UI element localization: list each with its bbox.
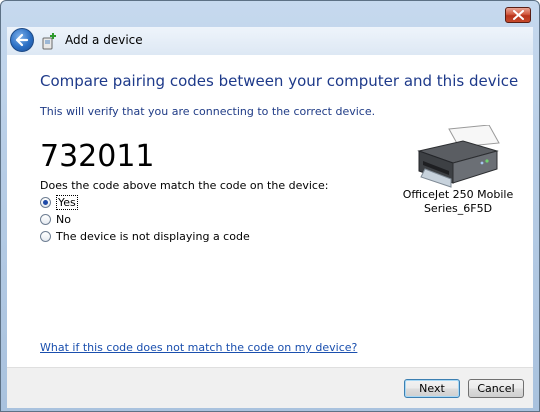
header-title: Add a device [65, 33, 143, 47]
wizard-window: Add a device Compare pairing codes betwe… [0, 0, 540, 412]
match-question: Does the code above match the code on th… [40, 179, 329, 192]
option-no-code-label: The device is not displaying a code [56, 229, 250, 243]
radio-no[interactable] [40, 213, 51, 225]
option-no-code[interactable]: The device is not displaying a code [40, 228, 250, 244]
option-yes-label: Yes [56, 194, 78, 210]
title-bar [1, 1, 539, 25]
back-arrow-icon [15, 33, 29, 47]
pairing-code: 732011 [40, 139, 155, 174]
instruction-text: This will verify that you are connecting… [40, 105, 376, 118]
wizard-content: Compare pairing codes between your compu… [7, 55, 533, 367]
next-button[interactable]: Next [404, 379, 460, 398]
device-name-line2: Series_6F5D [423, 202, 493, 215]
add-device-icon [42, 33, 56, 50]
page-heading: Compare pairing codes between your compu… [40, 72, 519, 90]
device-name: OfficeJet 250 Mobile Series_6F5D [393, 188, 523, 216]
help-link[interactable]: What if this code does not match the cod… [40, 341, 357, 354]
printer-icon [417, 125, 500, 188]
close-icon [513, 10, 524, 20]
radio-no-code[interactable] [40, 230, 51, 242]
wizard-footer: Next Cancel [7, 367, 533, 408]
device-name-line1: OfficeJet 250 Mobile [402, 188, 514, 201]
radio-yes[interactable] [40, 196, 51, 208]
back-button[interactable] [10, 28, 34, 52]
wizard-header: Add a device [7, 27, 533, 56]
option-yes[interactable]: Yes [40, 194, 78, 210]
cancel-button[interactable]: Cancel [468, 379, 524, 398]
close-button[interactable] [505, 7, 531, 23]
option-no-label: No [56, 212, 71, 226]
option-no[interactable]: No [40, 211, 71, 227]
